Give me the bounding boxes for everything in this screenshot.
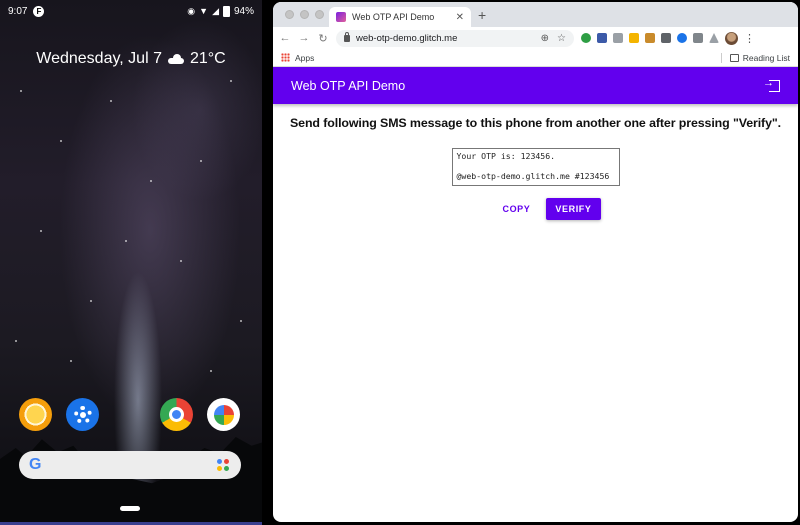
chrome-window: Web OTP API Demo ✕ + ← → ↻ web-otp-demo.… — [273, 2, 798, 522]
google-g-icon: G — [29, 456, 42, 473]
back-arrow-icon[interactable]: ← — [279, 32, 291, 44]
tab-close-icon[interactable]: ✕ — [456, 12, 464, 23]
bookmarks-bar: Apps Reading List — [273, 49, 798, 67]
extension-blue-icon[interactable] — [677, 33, 687, 43]
page-app-bar: Web OTP API Demo — [273, 67, 798, 104]
reading-list-button[interactable]: Reading List — [720, 52, 790, 63]
sms-message-textarea[interactable]: Your OTP is: 123456. @web-otp-demo.glitc… — [451, 148, 620, 186]
extension-triangle-icon[interactable] — [709, 33, 719, 43]
instruction-text: Send following SMS message to this phone… — [290, 116, 781, 130]
settings-app-icon[interactable] — [66, 398, 99, 431]
zoom-window-button[interactable] — [315, 10, 324, 19]
extension-shield-icon[interactable] — [597, 33, 607, 43]
eye-icon: ◉ — [187, 5, 196, 16]
browser-toolbar: ← → ↻ web-otp-demo.glitch.me ⊕ ☆ ⋮ — [273, 27, 798, 49]
copy-button[interactable]: COPY — [494, 198, 538, 220]
status-bar: 9:07 F ◉ ▼ ◢ 94% — [0, 0, 262, 22]
battery-icon — [222, 5, 230, 17]
google-search-bar[interactable]: G — [19, 451, 241, 479]
profile-avatar[interactable] — [725, 31, 738, 45]
cloud-icon — [167, 54, 184, 64]
status-time: 9:07 — [8, 5, 28, 17]
apps-grid-icon — [281, 53, 290, 62]
reload-icon[interactable]: ↻ — [317, 32, 329, 45]
install-app-icon[interactable]: ⊕ — [541, 33, 549, 44]
page-title: Web OTP API Demo — [291, 78, 406, 93]
assistant-icon[interactable] — [217, 459, 231, 471]
reading-list-label: Reading List — [742, 52, 790, 63]
clock-app-icon[interactable] — [19, 398, 52, 431]
reading-list-icon — [729, 53, 739, 62]
close-window-button[interactable] — [285, 10, 294, 19]
favicon-icon — [336, 12, 346, 22]
android-home-screen: 9:07 F ◉ ▼ ◢ 94% Wednesday, Jul 7 21°C G — [0, 0, 262, 525]
home-gesture-handle[interactable] — [120, 506, 140, 511]
battery-percent: 94% — [233, 5, 254, 17]
chrome-logo-icon — [169, 407, 184, 422]
temperature-label: 21°C — [189, 50, 226, 67]
menu-kebab-icon[interactable]: ⋮ — [744, 32, 755, 45]
extension-gray-icon[interactable] — [613, 33, 623, 43]
action-buttons: COPY VERIFY — [307, 198, 788, 220]
date-label: Wednesday, Jul 7 — [36, 50, 162, 67]
verify-button[interactable]: VERIFY — [546, 198, 601, 220]
tab-title: Web OTP API Demo — [352, 12, 435, 22]
extension-dark-icon[interactable] — [661, 33, 671, 43]
extension-orange-icon[interactable] — [645, 33, 655, 43]
puzzle-icon[interactable] — [693, 33, 703, 43]
new-tab-button[interactable]: + — [478, 7, 486, 23]
bookmark-apps[interactable]: Apps — [295, 53, 314, 63]
wifi-icon: ▼ — [199, 6, 209, 16]
date-weather-widget[interactable]: Wednesday, Jul 7 21°C — [0, 50, 262, 68]
window-controls — [285, 10, 324, 19]
extensions-area: ⋮ — [581, 31, 755, 45]
lock-icon — [344, 31, 350, 42]
login-icon[interactable] — [763, 77, 780, 92]
forward-arrow-icon[interactable]: → — [298, 32, 310, 44]
tab-web-otp-demo[interactable]: Web OTP API Demo ✕ — [329, 7, 471, 27]
pinwheel-icon — [213, 404, 234, 425]
url-text: web-otp-demo.glitch.me — [356, 32, 458, 44]
photos-app-icon[interactable] — [207, 398, 240, 431]
chrome-app-icon[interactable] — [160, 398, 193, 431]
bookmark-star-icon[interactable]: ☆ — [557, 33, 566, 44]
extension-yellow-icon[interactable] — [629, 33, 639, 43]
extension-green-icon[interactable] — [581, 33, 591, 43]
minimize-window-button[interactable] — [300, 10, 309, 19]
signal-icon: ◢ — [212, 5, 219, 16]
home-app-row — [0, 398, 262, 432]
gear-icon — [73, 405, 92, 424]
notification-app-icon: F — [33, 5, 45, 17]
address-bar[interactable]: web-otp-demo.glitch.me ⊕ ☆ — [336, 29, 574, 47]
page-content: Send following SMS message to this phone… — [273, 104, 798, 220]
tab-strip: Web OTP API Demo ✕ + — [273, 2, 798, 27]
